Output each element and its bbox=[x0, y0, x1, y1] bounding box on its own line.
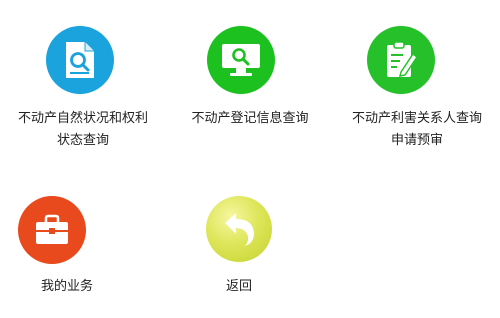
return-arrow-icon bbox=[206, 196, 272, 262]
document-search-icon bbox=[46, 26, 114, 94]
menu-item-my-business[interactable]: 我的业务 bbox=[0, 180, 166, 310]
menu-item-property-status-query[interactable]: 不动产自然状况和权利 状态查询 bbox=[0, 0, 166, 160]
menu-item-registration-info-query[interactable]: 不动产登记信息查询 bbox=[166, 0, 334, 160]
menu-item-label: 返回 bbox=[225, 279, 252, 294]
briefcase-icon bbox=[18, 196, 86, 264]
clipboard-edit-icon bbox=[367, 26, 435, 94]
menu-item-label: 我的业务 bbox=[40, 279, 93, 294]
menu-item-label: 不动产利害关系人查询 申请预审 bbox=[351, 111, 482, 148]
menu-item-label: 不动产自然状况和权利 状态查询 bbox=[17, 111, 148, 148]
menu-item-back[interactable]: 返回 bbox=[166, 180, 334, 310]
menu-item-label: 不动产登记信息查询 bbox=[191, 111, 309, 126]
menu-item-interested-party-query[interactable]: 不动产利害关系人查询 申请预审 bbox=[334, 0, 500, 160]
monitor-search-icon bbox=[207, 26, 275, 94]
